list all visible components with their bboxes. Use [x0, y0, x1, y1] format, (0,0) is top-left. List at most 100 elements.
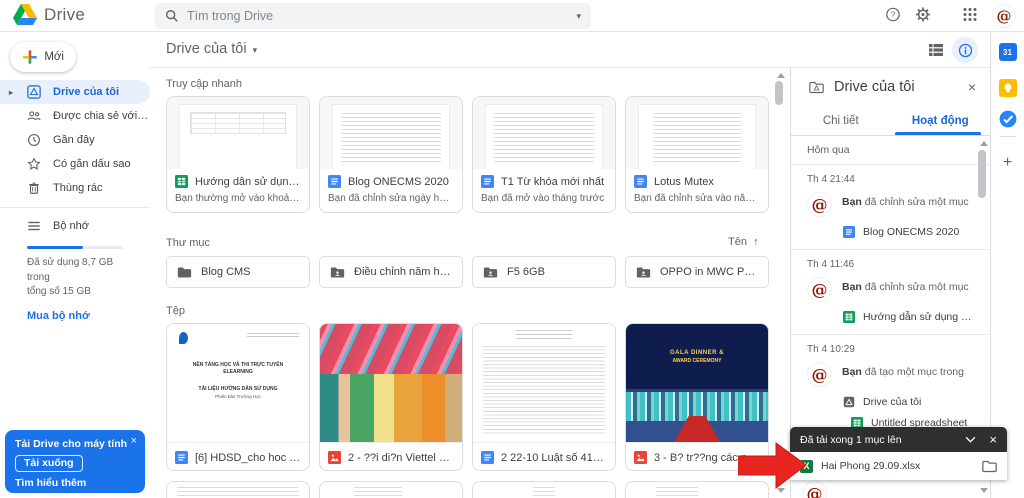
activity-avatar: @ [807, 192, 832, 217]
add-addon-icon[interactable]: + [1003, 154, 1012, 172]
quick-access-card[interactable]: Lotus Mutex Bạn đã chỉnh sửa vào năm ngo… [625, 96, 769, 213]
search-options-caret-icon[interactable]: ▾ [576, 11, 581, 22]
file-item[interactable]: 2 22-10 Luật số 41--2009-Q... [472, 323, 616, 471]
sidebar-item-my-drive[interactable]: ▸ Drive của tôi [0, 80, 150, 104]
tasks-icon[interactable] [999, 110, 1017, 131]
details-info-icon[interactable] [952, 37, 978, 63]
folder-item[interactable]: Điều chỉnh năm học 2019 2... [319, 256, 463, 288]
people-icon [27, 111, 41, 121]
shared-folder-icon [636, 267, 651, 277]
quick-access-card[interactable]: Blog ONECMS 2020 Bạn đã chỉnh sửa ngày h… [319, 96, 463, 213]
expand-arrow-icon[interactable]: ▸ [9, 88, 13, 97]
file-item[interactable] [319, 481, 463, 498]
toast-collapse-icon[interactable] [965, 436, 976, 443]
list-view-icon[interactable] [928, 42, 944, 61]
main-scrollbar-thumb[interactable] [775, 81, 783, 105]
buy-storage-link[interactable]: Mua bộ nhớ [27, 310, 150, 322]
file-browser: Truy cập nhanh Hướng dẫn sử dụng Google … [150, 68, 775, 498]
promo-close-icon[interactable]: × [131, 435, 137, 447]
folders-grid: Blog CMS Điều chỉnh năm học 2019 2... F5… [166, 256, 769, 288]
calendar-icon[interactable]: 31 [998, 43, 1017, 61]
promo-title: Tải Drive cho máy tính [15, 438, 128, 450]
shared-folder-icon [330, 267, 345, 277]
folder-item[interactable]: OPPO in MWC Photo [625, 256, 769, 288]
file-thumbnail [167, 97, 309, 169]
activity-avatar: @ [807, 277, 832, 302]
sidebar-item-trash[interactable]: Thùng rác [0, 176, 150, 200]
quick-access-card[interactable]: Hướng dẫn sử dụng Google Tr... Bạn thườn… [166, 96, 310, 213]
panel-scrollbar-thumb[interactable] [978, 150, 986, 198]
file-item[interactable] [166, 481, 310, 498]
tab-activity[interactable]: Hoạt động [891, 106, 991, 135]
svg-text:?: ? [891, 10, 896, 19]
activity-file-name: Hướng dẫn sử dụng Google T... [863, 311, 974, 323]
sidebar-item-label: Được chia sẻ với tôi [53, 110, 150, 122]
star-icon [27, 157, 41, 170]
sidebar-item-storage[interactable]: Bộ nhớ [0, 214, 150, 238]
docs-icon [328, 175, 341, 188]
help-icon[interactable]: ? [886, 7, 901, 25]
app-name: Drive [44, 4, 86, 24]
search-icon [166, 10, 178, 22]
activity-text: Bạn đã tạo một mục trong [842, 366, 964, 378]
folder-item[interactable]: F5 6GB [472, 256, 616, 288]
file-thumbnail [473, 97, 615, 169]
folder-item[interactable]: Blog CMS [166, 256, 310, 288]
upload-toast: Đã tải xong 1 mục lên × X Hai Phong 29.0… [790, 427, 1007, 480]
activity-entry: Th 4 10:29 @ Bạn đã tạo một mục trong Dr… [791, 335, 990, 440]
promo-learn-more-link[interactable]: Tìm hiểu thêm [15, 477, 135, 489]
clock-icon [28, 134, 40, 146]
account-avatar[interactable]: @ [992, 4, 1016, 28]
search-bar[interactable]: ▾ [155, 3, 591, 29]
activity-file-link[interactable]: Blog ONECMS 2020 [843, 226, 974, 238]
drive-desktop-promo: Tải Drive cho máy tính × Tải xuống Tìm h… [5, 430, 145, 493]
drive-icon [27, 85, 41, 99]
breadcrumb[interactable]: Drive của tôi ▾ [166, 41, 257, 57]
panel-scroll-up-icon[interactable] [980, 141, 988, 146]
folder-name: F5 6GB [507, 266, 545, 278]
sort-up-icon: ↑ [753, 236, 759, 248]
storage-label: Bộ nhớ [53, 220, 89, 232]
panel-close-icon[interactable]: × [968, 79, 976, 95]
quick-access-grid: Hướng dẫn sử dụng Google Tr... Bạn thườn… [166, 96, 769, 213]
new-button[interactable]: Mới [10, 42, 76, 72]
sidebar-item-recent[interactable]: Gần đây [0, 128, 150, 152]
topbar: Drive ▾ ? [0, 0, 1024, 32]
file-item[interactable]: 2 - ??i di?n Viettel nh?n gi?i ... [319, 323, 463, 471]
promo-download-button[interactable]: Tải xuống [15, 455, 83, 472]
apps-grid-icon[interactable] [963, 8, 977, 25]
file-item[interactable]: NỀN TẢNG HỌC VÀ THI TRỰC TUYẾN ELEARNING… [166, 323, 310, 471]
file-name: [6] HDSD_cho hoc sinh [195, 451, 301, 464]
upload-toast-title: Đã tải xong 1 mục lên [800, 433, 902, 446]
panel-tabs: Chi tiết Hoạt động [791, 106, 990, 136]
file-name: 2 - ??i di?n Viettel nh?n gi?i ... [348, 451, 454, 464]
file-name: 2 22-10 Luật số 41--2009-Q... [501, 451, 607, 464]
file-name: Lotus Mutex [654, 175, 714, 188]
sort-by-name[interactable]: Tên ↑ [728, 236, 759, 248]
image-file-icon [328, 451, 341, 464]
sidebar-item-shared-with-me[interactable]: Được chia sẻ với tôi [0, 104, 150, 128]
activity-file-link[interactable]: Hướng dẫn sử dụng Google T... [843, 311, 974, 323]
uploaded-file-row[interactable]: X Hai Phong 29.09.xlsx [790, 452, 1007, 480]
search-input[interactable] [187, 9, 569, 23]
sidebar-item-label: Drive của tôi [53, 86, 120, 98]
files-title: Tệp [166, 305, 185, 317]
activity-folder-link[interactable]: Drive của tôi [843, 396, 974, 408]
settings-gear-icon[interactable] [915, 7, 931, 25]
file-thumbnail [320, 324, 462, 442]
file-thumbnail [320, 97, 462, 169]
quick-access-card[interactable]: T1 Từ khóa mới nhất Bạn đã mở vào tháng … [472, 96, 616, 213]
toast-close-icon[interactable]: × [989, 432, 997, 447]
file-item[interactable] [472, 481, 616, 498]
panel-title: Drive của tôi [834, 79, 915, 95]
panel-scroll-down-icon[interactable] [980, 488, 988, 493]
tab-details[interactable]: Chi tiết [791, 106, 891, 135]
locate-folder-icon[interactable] [982, 460, 997, 473]
drive-logo[interactable]: Drive [13, 4, 85, 25]
keep-icon[interactable] [998, 79, 1017, 100]
activity-time: Th 4 10:29 [807, 344, 855, 355]
main-scroll-up-icon[interactable] [777, 73, 785, 78]
sidebar-item-starred[interactable]: Có gắn dấu sao [0, 152, 150, 176]
sidebar-item-label: Thùng rác [53, 182, 103, 194]
shared-folder-icon [483, 267, 498, 277]
